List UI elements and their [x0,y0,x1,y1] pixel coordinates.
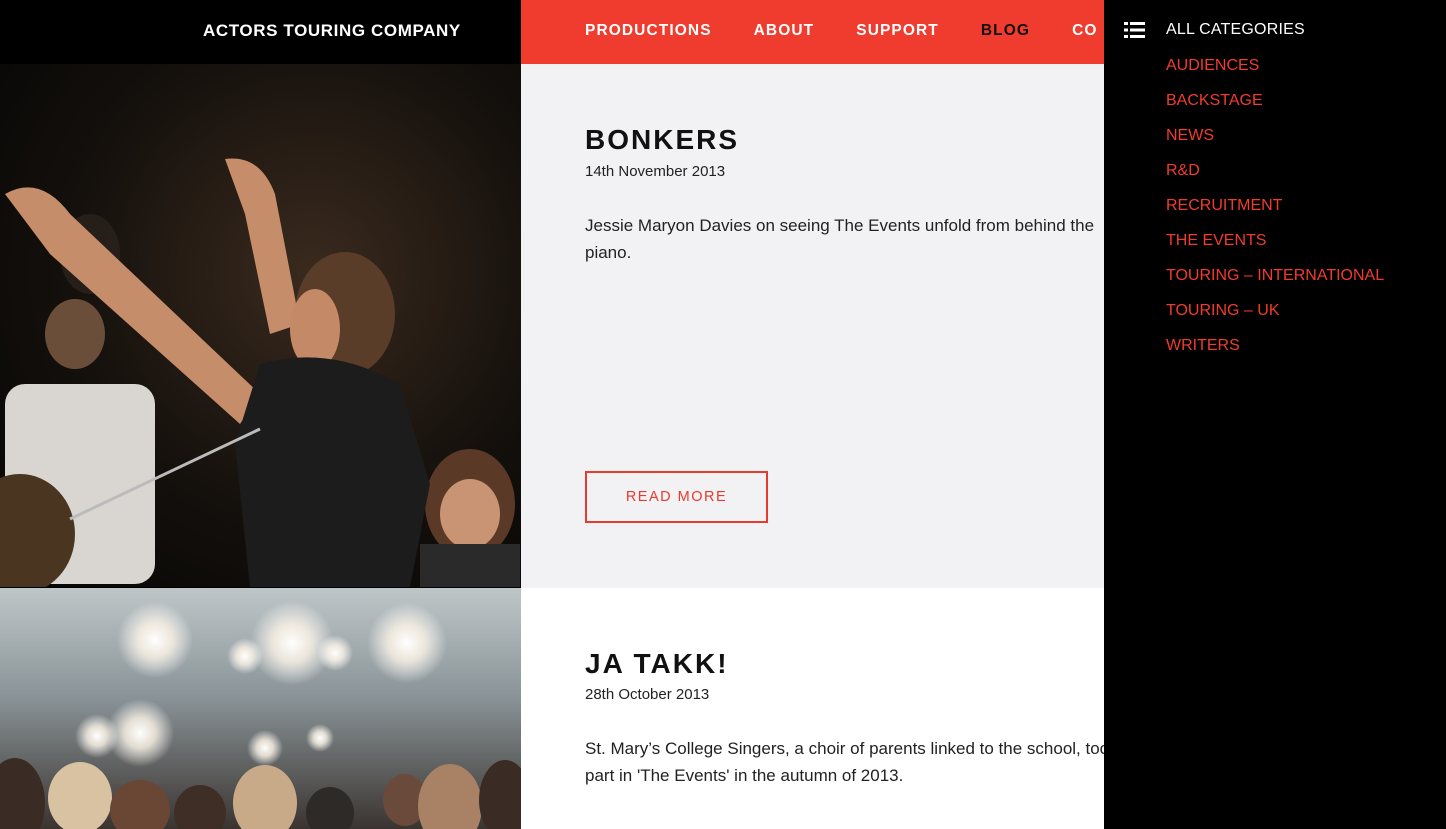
post-title[interactable]: JA TAKK! [585,648,729,680]
category-item-recruitment[interactable]: RECRUITMENT [1166,196,1384,231]
all-categories-link[interactable]: ALL CATEGORIES [1166,21,1305,39]
nav-item-support[interactable]: SUPPORT [856,22,939,40]
category-item-audiences[interactable]: AUDIENCES [1166,56,1384,91]
category-item-the-events[interactable]: THE EVENTS [1166,231,1384,266]
post-image-choir-lights[interactable] [0,588,521,829]
blog-post-card: JA TAKK! 28th October 2013 St. Mary’s Co… [521,588,1104,829]
read-more-button[interactable]: READ MORE [585,471,768,523]
main-nav: PRODUCTIONS ABOUT SUPPORT BLOG CO [521,0,1104,64]
category-item-news[interactable]: NEWS [1166,126,1384,161]
nav-item-about[interactable]: ABOUT [754,22,815,40]
left-image-column: ACTORS TOURING COMPANY [0,0,521,829]
post-date: 14th November 2013 [585,163,726,180]
category-item-backstage[interactable]: BACKSTAGE [1166,91,1384,126]
post-image-conductor[interactable] [0,64,521,587]
categories-panel: ALL CATEGORIES AUDIENCES BACKSTAGE NEWS … [1104,0,1446,829]
category-item-rnd[interactable]: R&D [1166,161,1384,196]
site-logo[interactable]: ACTORS TOURING COMPANY [203,21,461,41]
main-nav-list: PRODUCTIONS ABOUT SUPPORT BLOG CO [585,22,1104,40]
conductor-photo-graphic [0,158,520,587]
category-list: AUDIENCES BACKSTAGE NEWS R&D RECRUITMENT… [1166,56,1384,371]
category-item-touring-uk[interactable]: TOURING – UK [1166,301,1384,336]
nav-item-contact[interactable]: CO [1072,22,1097,40]
post-date: 28th October 2013 [585,686,710,703]
nav-item-blog[interactable]: BLOG [981,22,1030,40]
choir-lights-photo-graphic [0,601,521,829]
post-excerpt: St. Mary’s College Singers, a choir of p… [585,739,1104,785]
nav-item-productions[interactable]: PRODUCTIONS [585,22,712,40]
category-item-writers[interactable]: WRITERS [1166,336,1384,371]
blog-post-card: BONKERS 14th November 2013 Jessie Maryon… [521,64,1104,588]
category-item-touring-international[interactable]: TOURING – INTERNATIONAL [1166,266,1384,301]
list-icon[interactable] [1124,21,1146,39]
post-title[interactable]: BONKERS [585,124,739,156]
post-excerpt: Jessie Maryon Davies on seeing The Event… [585,216,1095,262]
